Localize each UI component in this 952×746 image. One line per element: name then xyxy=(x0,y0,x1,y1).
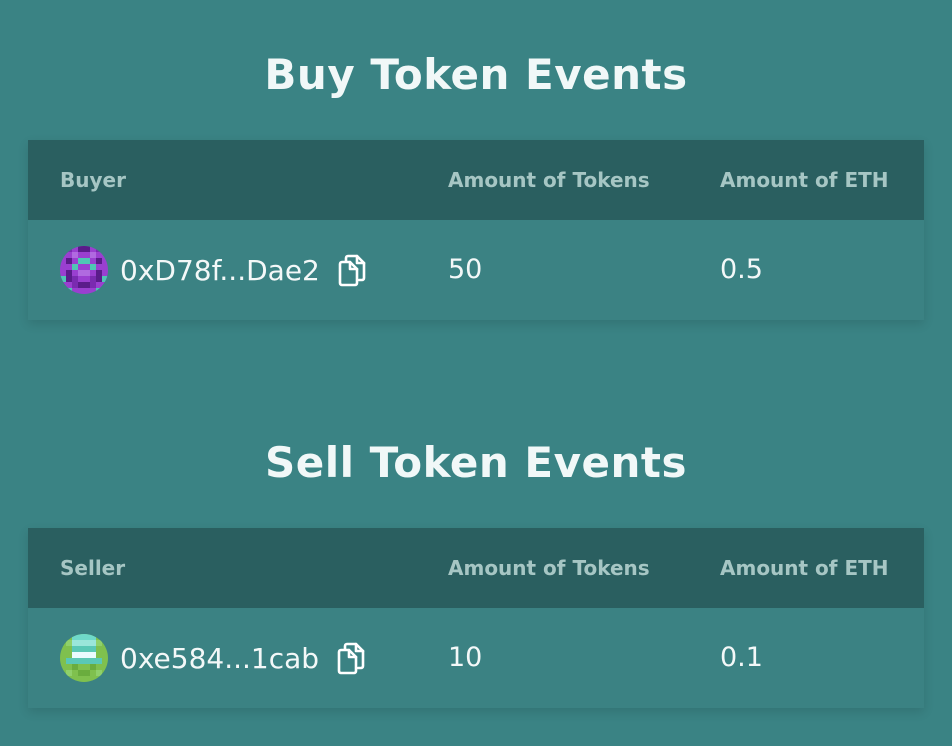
seller-address-cell: 0xe584...1cab xyxy=(60,634,367,682)
eth-amount: 0.5 xyxy=(720,254,763,285)
buyer-column-header: Buyer xyxy=(60,168,126,192)
sell-events-table: Seller Amount of Tokens Amount of ETH 0x… xyxy=(28,528,924,708)
buyer-address-cell: 0xD78f...Dae2 xyxy=(60,246,368,294)
tokens-column-header: Amount of Tokens xyxy=(448,556,650,580)
table-header: Buyer Amount of Tokens Amount of ETH xyxy=(28,140,924,220)
copy-icon[interactable] xyxy=(336,252,368,288)
table-header: Seller Amount of Tokens Amount of ETH xyxy=(28,528,924,608)
table-row: 0xD78f...Dae2 50 0.5 xyxy=(28,220,924,320)
sell-events-title: Sell Token Events xyxy=(265,438,687,487)
seller-column-header: Seller xyxy=(60,556,126,580)
buyer-address: 0xD78f...Dae2 xyxy=(120,253,320,287)
table-row: 0xe584...1cab 10 0.1 xyxy=(28,608,924,708)
buy-events-table: Buyer Amount of Tokens Amount of ETH 0xD… xyxy=(28,140,924,320)
seller-address: 0xe584...1cab xyxy=(120,641,320,675)
purple-pixel-avatar-icon xyxy=(60,246,108,294)
tokens-column-header: Amount of Tokens xyxy=(448,168,650,192)
eth-column-header: Amount of ETH xyxy=(720,168,889,192)
green-pixel-avatar-icon xyxy=(60,634,108,682)
eth-amount: 0.1 xyxy=(720,642,763,673)
tokens-amount: 50 xyxy=(448,254,483,285)
eth-column-header: Amount of ETH xyxy=(720,556,889,580)
tokens-amount: 10 xyxy=(448,642,483,673)
buy-events-title: Buy Token Events xyxy=(264,50,688,99)
copy-icon[interactable] xyxy=(335,640,367,676)
